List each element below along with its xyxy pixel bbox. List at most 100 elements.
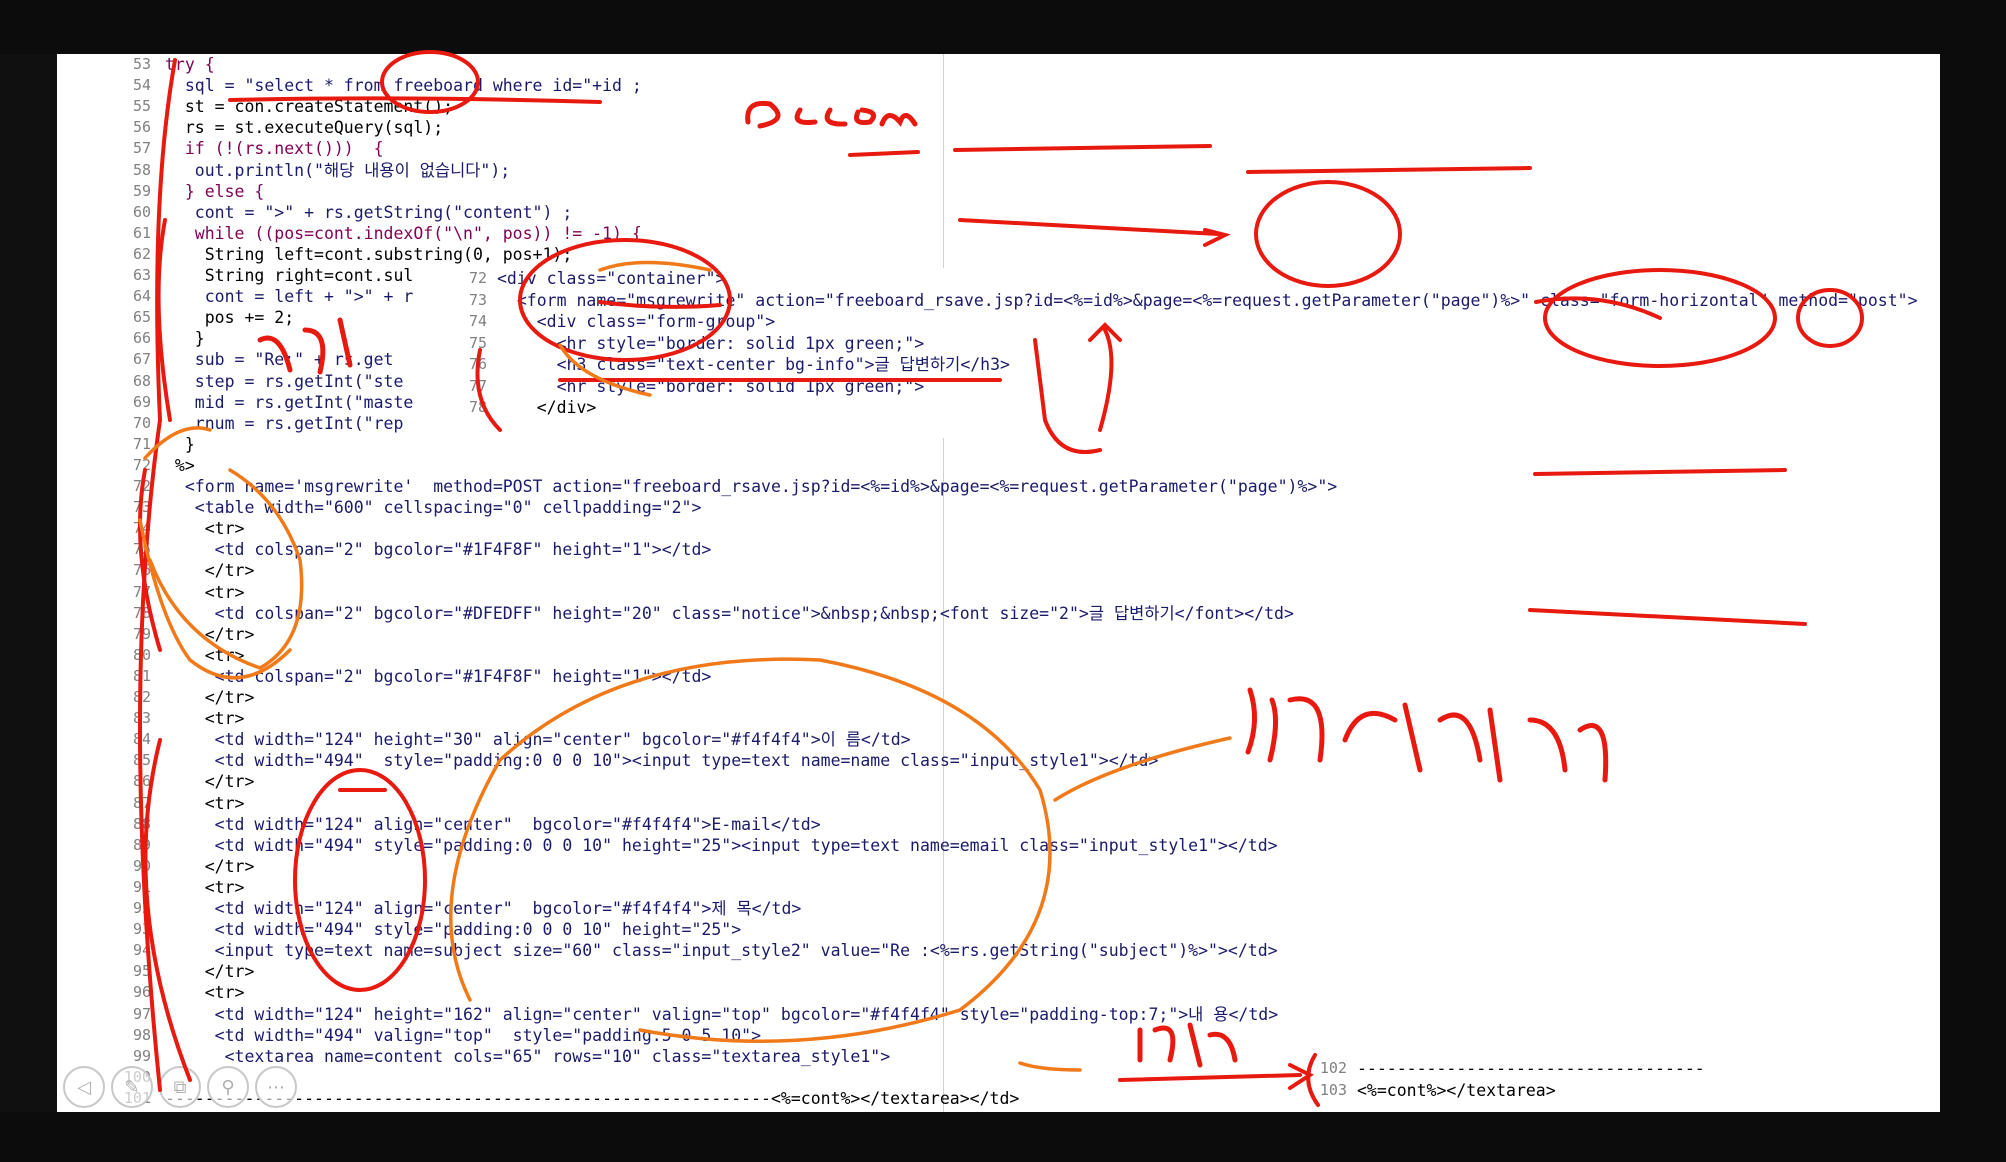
pen-button[interactable]: ✎: [111, 1066, 153, 1108]
copy-button[interactable]: ⧉: [159, 1066, 201, 1108]
line-number: 82: [132, 688, 151, 706]
letterbox-bottom: [0, 1112, 2006, 1162]
line-number: 78: [132, 603, 151, 622]
code-text: pos += 2;: [165, 308, 295, 328]
line-number: 70: [132, 413, 151, 432]
code-text: <form name="msgrewrite" action="freeboar…: [497, 290, 1918, 310]
code-line: 88 <td width="124" align="center" bgcolo…: [57, 814, 1940, 835]
line-number: 98: [132, 1025, 151, 1044]
line-number: 67: [132, 350, 151, 369]
line-number: 59: [132, 181, 151, 200]
code-text: <td width="124" height="30" align="cente…: [165, 730, 911, 750]
code-line: 73 <form name="msgrewrite" action="freeb…: [457, 290, 1940, 311]
line-number: 92: [132, 899, 151, 917]
code-text: <td width="124" align="center" bgcolor="…: [165, 899, 802, 918]
code-text: <tr>: [165, 709, 245, 729]
line-number: 81: [132, 666, 151, 685]
line-number: 88: [132, 814, 151, 833]
code-text: </div>: [497, 398, 597, 417]
code-text: String left=cont.substring(0, pos+1);: [165, 244, 573, 264]
code-text: while ((pos=cont.indexOf("\n", pos)) != …: [165, 223, 642, 243]
code-text: sub = "Re:" + rs.get: [165, 350, 394, 370]
line-number: 73: [468, 290, 487, 309]
code-text: step = rs.getInt("ste: [165, 371, 404, 391]
code-text: cont = ">" + rs.getString("content") ;: [165, 202, 573, 222]
line-number: 76: [132, 561, 151, 580]
code-text: <tr>: [165, 582, 245, 602]
code-text: <td width="124" align="center" bgcolor="…: [165, 814, 821, 834]
line-number: 95: [132, 962, 151, 981]
code-text: </tr>: [165, 772, 255, 792]
code-text: if (!(rs.next())) {: [165, 139, 384, 159]
code-text: } else {: [165, 181, 265, 201]
line-number: 99: [132, 1046, 151, 1065]
line-number: 102: [1319, 1059, 1347, 1077]
code-text: <form name='msgrewrite' method=POST acti…: [165, 477, 1338, 496]
code-line: 98 <td width="494" valign="top" style="p…: [57, 1025, 1940, 1046]
line-number: 75: [132, 540, 151, 559]
line-number: 61: [132, 223, 151, 242]
line-number: 68: [132, 371, 151, 390]
code-line: 77 <tr>: [57, 582, 1940, 603]
textarea-code-popup: 102 ----------------------------------- 10…: [1317, 1054, 1717, 1112]
code-text: <tr>: [165, 983, 245, 1003]
code-text: <td width="494" valign="top" style="padd…: [165, 1025, 762, 1045]
letterbox-top: [0, 0, 2006, 54]
code-text: </tr>: [165, 561, 255, 581]
line-number: 66: [132, 329, 151, 348]
line-number: 63: [132, 266, 151, 284]
code-text: <td width="494" style="padding:0 0 0 10"…: [165, 835, 1278, 855]
code-text: out.println("해당 내용이 없습니다");: [165, 160, 511, 180]
code-line: 76 </tr>: [57, 560, 1940, 581]
line-number: 73: [132, 498, 151, 517]
line-number: 53: [132, 55, 151, 73]
code-line: 58 out.println("해당 내용이 없습니다");: [57, 160, 1940, 181]
code-line: 56 rs = st.executeQuery(sql);: [57, 117, 1940, 138]
code-text: </tr>: [165, 688, 255, 707]
code-line: 74 <tr>: [57, 518, 1940, 539]
code-text: <table width="600" cellspacing="0" cellp…: [165, 498, 702, 518]
line-number: 80: [132, 645, 151, 664]
more-button[interactable]: ⋯: [255, 1066, 297, 1108]
line-number: 62: [132, 244, 151, 263]
code-line: 79 </tr>: [57, 624, 1940, 645]
code-line: 54 sql = "select * from freeboard where …: [57, 75, 1940, 96]
code-line: 81 <td colspan="2" bgcolor="#1F4F8F" hei…: [57, 666, 1940, 687]
code-line: 97 <td width="124" height="162" align="c…: [57, 1004, 1940, 1025]
code-text: <textarea name=content cols="65" rows="1…: [165, 1046, 891, 1066]
line-number: 75: [468, 333, 487, 352]
line-number: 94: [132, 941, 151, 960]
code-line: 55 st = con.createStatement();: [57, 96, 1940, 117]
code-line: 82 </tr>: [57, 687, 1940, 708]
code-text: -----------------------------------: [1357, 1059, 1705, 1078]
line-number: 55: [132, 97, 151, 116]
code-editor[interactable]: 53 try {54 sql = "select * from freeboard…: [57, 54, 1940, 1112]
letterbox-right: [1940, 0, 2006, 1162]
code-text: <input type=text name=subject size="60" …: [165, 941, 1278, 961]
zoom-button[interactable]: ⚲: [207, 1066, 249, 1108]
code-text: <hr style="border: solid 1px green;">: [497, 333, 925, 353]
code-line: 84 <td width="124" height="30" align="ce…: [57, 729, 1940, 750]
line-number: 74: [468, 312, 487, 330]
code-line: 91 <tr>: [57, 877, 1940, 898]
line-number: 78: [468, 398, 487, 416]
code-text: <tr>: [165, 793, 245, 813]
code-text: %>: [165, 455, 195, 475]
line-number: 85: [132, 751, 151, 770]
line-number: 86: [132, 772, 151, 791]
code-line: 77 <hr style="border: solid 1px green;">: [457, 376, 1940, 397]
code-text: <div class="form-group">: [497, 312, 776, 331]
code-line: 61 while ((pos=cont.indexOf("\n", pos)) …: [57, 223, 1940, 244]
line-number: 96: [132, 983, 151, 1002]
line-number: 79: [132, 624, 151, 643]
code-text: <td width="494" style="padding:0 0 0 10"…: [165, 920, 742, 940]
bootstrap-code-popup: 72 <div class="container"> 73 <form name="…: [457, 268, 1940, 438]
line-number: 72: [132, 477, 151, 495]
code-text: <tr>: [165, 877, 245, 897]
code-line: 85 <td width="494" style="padding:0 0 0 …: [57, 750, 1940, 771]
code-line: 60 cont = ">" + rs.getString("content") …: [57, 202, 1940, 223]
back-button[interactable]: ◁: [63, 1066, 105, 1108]
code-text: }: [165, 434, 195, 454]
code-line: 94 <input type=text name=subject size="6…: [57, 940, 1940, 961]
line-number: 76: [468, 355, 487, 373]
